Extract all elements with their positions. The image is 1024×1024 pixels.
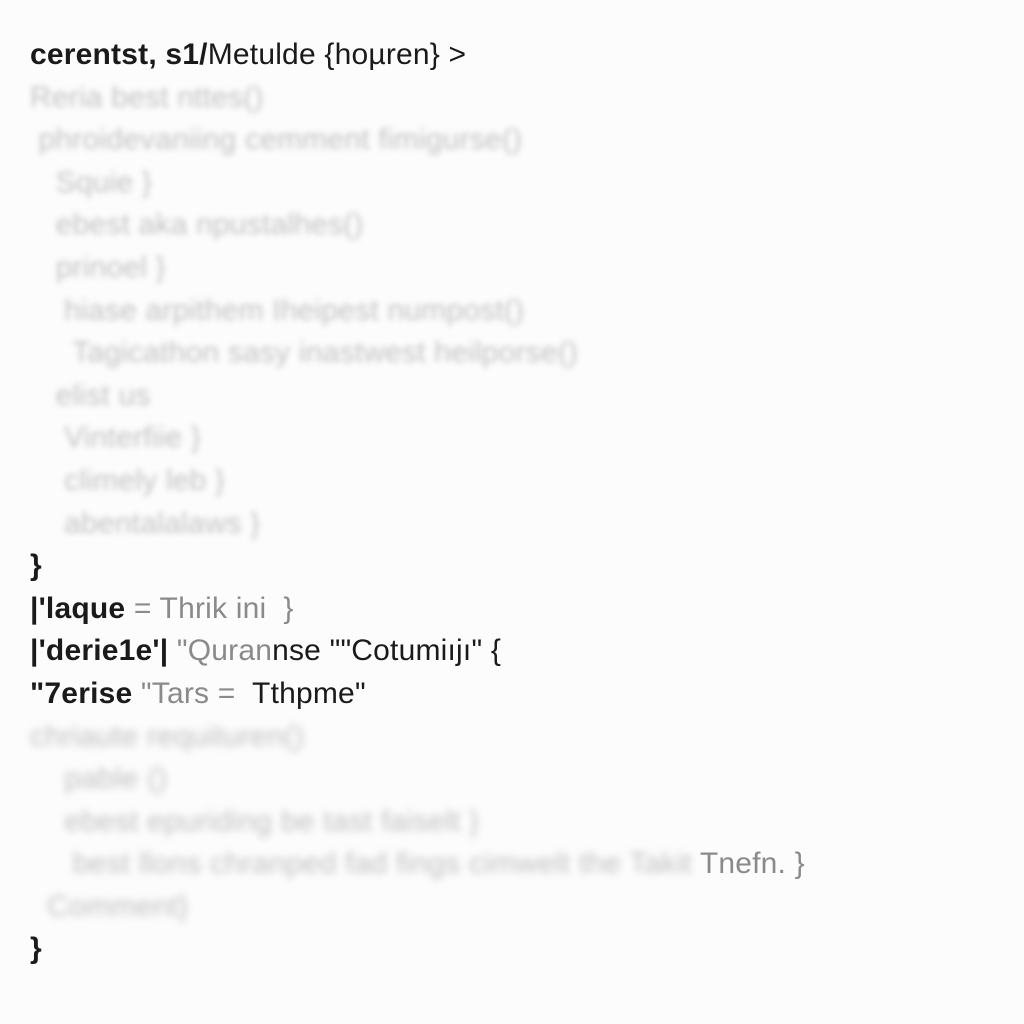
code-text: Tnefn. } bbox=[700, 847, 805, 880]
code-text: cerentst, s1/ bbox=[30, 38, 208, 71]
code-line: Tagicathon sasy inastwest heilporse() bbox=[30, 332, 994, 375]
code-text: "7erise bbox=[30, 677, 141, 710]
code-text: abentalalaws } bbox=[30, 507, 260, 540]
code-text: } bbox=[30, 549, 42, 582]
code-line: phroidevaniing cemment fimigurse() bbox=[30, 119, 994, 162]
code-line: Squie } bbox=[30, 162, 994, 205]
code-line: elist us bbox=[30, 375, 994, 418]
code-line: hiase arpithem Iheipest numpost() bbox=[30, 290, 994, 333]
code-text: Metulde {hoµren} > bbox=[208, 38, 467, 71]
code-text: |'laque bbox=[30, 592, 125, 625]
code-line: } bbox=[30, 545, 994, 588]
code-text: elist us bbox=[30, 379, 151, 412]
code-viewport: cerentst, s1/Metulde {hoµren} > Reria be… bbox=[0, 0, 1024, 1001]
code-line: climely leb } bbox=[30, 460, 994, 503]
code-line: Comment} bbox=[30, 886, 994, 929]
code-text: |'derie1e'| bbox=[30, 634, 168, 667]
code-line: Vinterfiie } bbox=[30, 417, 994, 460]
code-text: hiase arpithem Iheipest numpost() bbox=[30, 294, 524, 327]
code-line: } bbox=[30, 928, 994, 971]
code-text: nse ""Cotumiıjı" { bbox=[272, 634, 501, 667]
code-text: best llons chranped fad fings cimwelt th… bbox=[30, 847, 700, 880]
code-text: Comment} bbox=[30, 890, 189, 923]
code-text: ebest epuriding be tast faiselt } bbox=[30, 805, 479, 838]
code-line: prinoel } bbox=[30, 247, 994, 290]
code-text: pable () bbox=[30, 762, 167, 795]
code-text: Tagicathon sasy inastwest heilporse() bbox=[30, 336, 578, 369]
code-text: Vinterfiie } bbox=[30, 421, 201, 454]
code-text: Reria best nttes() bbox=[30, 81, 264, 114]
code-text: "Tars = bbox=[141, 677, 244, 710]
code-text: climely leb } bbox=[30, 464, 225, 497]
code-line: Reria best nttes() bbox=[30, 77, 994, 120]
code-line: |'laque = Thrik ini } bbox=[30, 588, 994, 631]
code-text: Squie } bbox=[30, 166, 152, 199]
code-text: = Thrik ini } bbox=[125, 592, 293, 625]
code-text: chriaute requituren() bbox=[30, 720, 304, 753]
code-line: ebest aka npustalhes() bbox=[30, 204, 994, 247]
code-line: chriaute requituren() bbox=[30, 716, 994, 759]
code-line: "7erise "Tars = Tthpme" bbox=[30, 673, 994, 716]
code-line: cerentst, s1/Metulde {hoµren} > bbox=[30, 34, 994, 77]
code-line: abentalalaws } bbox=[30, 503, 994, 546]
code-line: |'derie1e'| "Qurannse ""Cotumiıjı" { bbox=[30, 630, 994, 673]
code-line: best llons chranped fad fings cimwelt th… bbox=[30, 843, 994, 886]
code-line: ebest epuriding be tast faiselt } bbox=[30, 801, 994, 844]
code-text: } bbox=[30, 932, 42, 965]
code-text: "Quran bbox=[168, 634, 272, 667]
code-text: prinoel } bbox=[30, 251, 166, 284]
code-text: Tthpme" bbox=[244, 677, 366, 710]
code-text: ebest aka npustalhes() bbox=[30, 208, 364, 241]
code-text: phroidevaniing cemment fimigurse() bbox=[30, 123, 522, 156]
code-line: pable () bbox=[30, 758, 994, 801]
